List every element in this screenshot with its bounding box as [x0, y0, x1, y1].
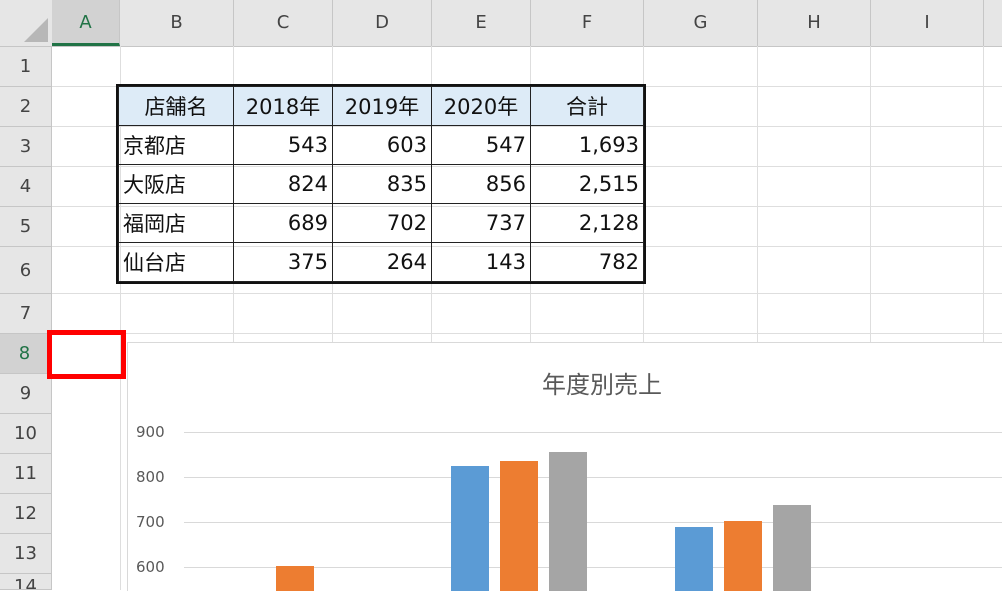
y-tick-label: 800: [136, 468, 165, 486]
chart-bar-3-2[interactable]: [549, 452, 587, 591]
row-header-13[interactable]: 13: [0, 534, 52, 574]
chart-gridline: [184, 477, 1002, 478]
table-cell[interactable]: 143: [432, 243, 531, 282]
column-header-g[interactable]: G: [644, 0, 758, 46]
table-cell[interactable]: 782: [531, 243, 644, 282]
table-header-cell[interactable]: 合計: [531, 87, 644, 126]
table-cell[interactable]: 547: [432, 126, 531, 165]
y-tick-label: 600: [136, 558, 165, 576]
grid-line: [52, 333, 1002, 334]
table-cell[interactable]: 1,693: [531, 126, 644, 165]
table-cell[interactable]: 835: [333, 165, 432, 204]
table-row: 福岡店 689 702 737 2,128: [119, 204, 644, 243]
row-header-6[interactable]: 6: [0, 247, 52, 294]
sales-chart[interactable]: 年度別売上 900 800 700 600: [127, 342, 1002, 591]
column-header-e[interactable]: E: [432, 0, 531, 46]
column-header-a[interactable]: A: [52, 0, 120, 46]
table-cell[interactable]: 689: [234, 204, 333, 243]
sales-table: 店舗名 2018年 2019年 2020年 合計 京都店 543 603 547…: [118, 86, 644, 282]
grid-line: [52, 293, 1002, 294]
table-row: 京都店 543 603 547 1,693: [119, 126, 644, 165]
row-header-12[interactable]: 12: [0, 494, 52, 534]
table-cell[interactable]: 603: [333, 126, 432, 165]
chart-bar-1-2[interactable]: [451, 466, 489, 591]
table-cell[interactable]: 264: [333, 243, 432, 282]
table-cell[interactable]: 大阪店: [119, 165, 234, 204]
row-header-11[interactable]: 11: [0, 454, 52, 494]
column-header-i[interactable]: I: [871, 0, 984, 46]
table-cell[interactable]: 737: [432, 204, 531, 243]
y-tick-label: 700: [136, 513, 165, 531]
table-cell[interactable]: 京都店: [119, 126, 234, 165]
column-header-h[interactable]: H: [758, 0, 871, 46]
table-cell[interactable]: 2,128: [531, 204, 644, 243]
select-all-button[interactable]: [0, 0, 53, 46]
row-header-14[interactable]: 14: [0, 574, 52, 590]
chart-bar-2-1[interactable]: [276, 566, 314, 591]
row-header-9[interactable]: 9: [0, 374, 52, 414]
chart-bar-3-3[interactable]: [773, 505, 811, 591]
selected-cell-a8[interactable]: [47, 330, 126, 379]
table-cell[interactable]: 856: [432, 165, 531, 204]
table-row: 大阪店 824 835 856 2,515: [119, 165, 644, 204]
table-cell[interactable]: 702: [333, 204, 432, 243]
row-header-10[interactable]: 10: [0, 414, 52, 454]
chart-bar-2-2[interactable]: [500, 461, 538, 591]
column-header-f[interactable]: F: [531, 0, 644, 46]
select-all-triangle-icon: [24, 18, 48, 42]
chart-title[interactable]: 年度別売上: [542, 365, 662, 400]
table-header-cell[interactable]: 2020年: [432, 87, 531, 126]
table-header-row: 店舗名 2018年 2019年 2020年 合計: [119, 87, 644, 126]
row-header-3[interactable]: 3: [0, 127, 52, 167]
row-header-2[interactable]: 2: [0, 87, 52, 127]
row-header-7[interactable]: 7: [0, 294, 52, 334]
column-header-d[interactable]: D: [333, 0, 432, 46]
table-row: 仙台店 375 264 143 782: [119, 243, 644, 282]
chart-gridline: [184, 522, 1002, 523]
row-header-1[interactable]: 1: [0, 47, 52, 87]
row-header-5[interactable]: 5: [0, 207, 52, 247]
table-cell[interactable]: 仙台店: [119, 243, 234, 282]
column-header-c[interactable]: C: [234, 0, 333, 46]
table-header-cell[interactable]: 店舗名: [119, 87, 234, 126]
row-header-8[interactable]: 8: [0, 334, 52, 374]
table-cell[interactable]: 2,515: [531, 165, 644, 204]
table-cell[interactable]: 824: [234, 165, 333, 204]
table-cell[interactable]: 543: [234, 126, 333, 165]
table-cell[interactable]: 375: [234, 243, 333, 282]
row-header-4[interactable]: 4: [0, 167, 52, 207]
chart-bar-2-3[interactable]: [724, 521, 762, 591]
table-header-cell[interactable]: 2019年: [333, 87, 432, 126]
chart-gridline: [184, 432, 1002, 433]
column-header-b[interactable]: B: [120, 0, 234, 46]
chart-bar-1-3[interactable]: [675, 527, 713, 591]
table-cell[interactable]: 福岡店: [119, 204, 234, 243]
y-tick-label: 900: [136, 423, 165, 441]
table-header-cell[interactable]: 2018年: [234, 87, 333, 126]
